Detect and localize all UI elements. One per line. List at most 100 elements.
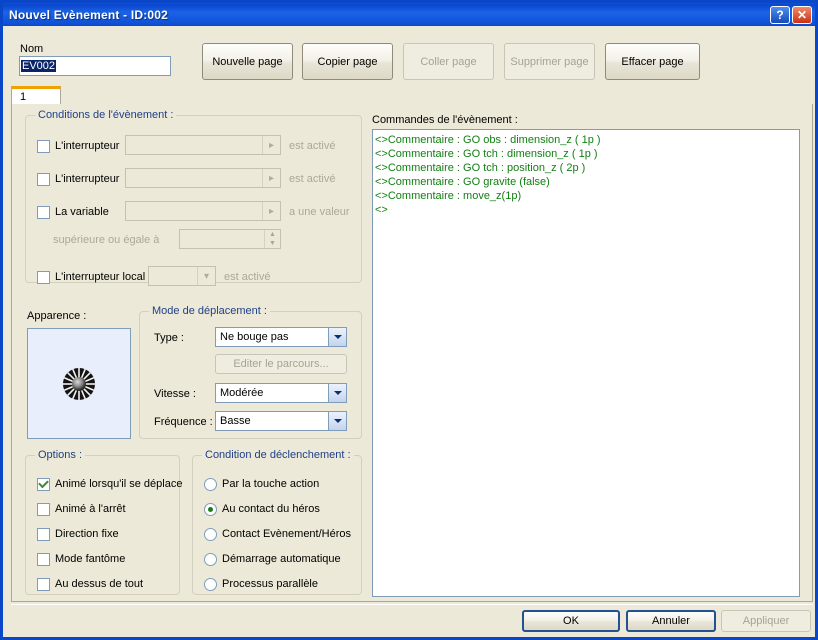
movement-speed-value: Modérée: [220, 387, 264, 399]
movement-frequency-select[interactable]: Basse: [215, 411, 347, 431]
option-above-all-checkbox[interactable]: [37, 577, 50, 591]
chevron-right-icon: ▸: [262, 202, 280, 220]
trigger-parallel-process-radio[interactable]: [204, 577, 217, 591]
tab-page-1[interactable]: 1: [11, 86, 61, 105]
option-fixed-direction-label: Direction fixe: [55, 528, 119, 540]
command-line[interactable]: <>: [375, 203, 797, 217]
trigger-auto-start[interactable]: Démarrage automatique: [204, 551, 341, 567]
condition-switch-2-select: ▸: [125, 168, 281, 188]
condition-variable-suffix: a une valeur: [289, 206, 350, 218]
trigger-action-key-radio[interactable]: [204, 477, 217, 491]
command-line[interactable]: <>Commentaire : move_z(1p): [375, 189, 797, 203]
option-fixed-direction[interactable]: Direction fixe: [37, 526, 119, 542]
chevron-down-icon: [328, 328, 346, 346]
condition-switch-2-label: L'interrupteur: [55, 173, 120, 185]
movement-mode-group-title: Mode de déplacement :: [149, 305, 270, 317]
movement-speed-select[interactable]: Modérée: [215, 383, 347, 403]
trigger-hero-contact-radio[interactable]: [204, 502, 217, 516]
trigger-parallel-process-label: Processus parallèle: [222, 578, 318, 590]
option-fixed-direction-checkbox[interactable]: [37, 527, 50, 541]
trigger-condition-group-title: Condition de déclenchement :: [202, 449, 354, 461]
condition-switch-1-select: ▸: [125, 135, 281, 155]
starburst-sprite-icon: [63, 367, 95, 400]
conditions-group: Conditions de l'évènement : L'interrupte…: [25, 109, 362, 286]
movement-type-label: Type :: [154, 332, 184, 344]
movement-type-select[interactable]: Ne bouge pas: [215, 327, 347, 347]
option-animated-still-label: Animé à l'arrêt: [55, 503, 126, 515]
condition-switch-1-checkbox[interactable]: [37, 139, 50, 153]
commands-list[interactable]: <>Commentaire : GO obs : dimension_z ( 1…: [372, 129, 800, 597]
condition-local-switch-select: ▾: [148, 266, 216, 286]
command-line[interactable]: <>Commentaire : GO tch : position_z ( 2p…: [375, 161, 797, 175]
option-above-all[interactable]: Au dessus de tout: [37, 576, 143, 592]
apply-button: Appliquer: [721, 610, 811, 632]
movement-mode-group: Mode de déplacement : Type : Ne bouge pa…: [139, 305, 362, 439]
option-ghost-mode-label: Mode fantôme: [55, 553, 126, 565]
title-bar: Nouvel Evènement - ID:002 ? ✕: [3, 3, 815, 26]
trigger-action-key-label: Par la touche action: [222, 478, 320, 490]
copy-page-button[interactable]: Copier page: [302, 43, 393, 80]
edit-route-button: Editer le parcours...: [215, 354, 347, 374]
condition-comparison-value: [180, 230, 184, 248]
new-page-button[interactable]: Nouvelle page: [202, 43, 293, 80]
chevron-down-icon: [328, 412, 346, 430]
command-line[interactable]: <>Commentaire : GO tch : dimension_z ( 1…: [375, 147, 797, 161]
condition-comparison-label: supérieure ou égale à: [53, 234, 160, 246]
name-label: Nom: [20, 43, 44, 55]
title-bar-buttons: ? ✕: [770, 5, 812, 24]
trigger-action-key[interactable]: Par la touche action: [204, 476, 319, 492]
delete-page-button: Supprimer page: [504, 43, 595, 80]
option-animated-moving[interactable]: Animé lorsqu'il se déplace: [37, 476, 182, 492]
command-line[interactable]: <>Commentaire : GO obs : dimension_z ( 1…: [375, 133, 797, 147]
condition-variable-select: ▸: [125, 201, 281, 221]
trigger-parallel-process[interactable]: Processus parallèle: [204, 576, 318, 592]
page-tab-strip: 1: [11, 86, 813, 106]
trigger-auto-start-label: Démarrage automatique: [222, 553, 341, 565]
event-editor-dialog: Nouvel Evènement - ID:002 ? ✕ Nom EV002 …: [0, 0, 818, 640]
condition-local-switch-suffix: est activé: [224, 271, 271, 283]
chevron-right-icon: ▸: [262, 169, 280, 187]
clear-page-button[interactable]: Effacer page: [605, 43, 700, 80]
option-ghost-mode-checkbox[interactable]: [37, 552, 50, 566]
option-above-all-label: Au dessus de tout: [55, 578, 144, 590]
appearance-preview[interactable]: [27, 328, 131, 439]
ok-button[interactable]: OK: [522, 610, 620, 632]
option-animated-still[interactable]: Animé à l'arrêt: [37, 501, 126, 517]
trigger-condition-group: Condition de déclenchement : Par la touc…: [192, 449, 362, 595]
option-ghost-mode[interactable]: Mode fantôme: [37, 551, 125, 567]
close-icon[interactable]: ✕: [792, 5, 812, 24]
option-animated-moving-checkbox[interactable]: [37, 477, 50, 491]
option-animated-moving-label: Animé lorsqu'il se déplace: [55, 478, 183, 490]
name-input[interactable]: EV002: [19, 56, 171, 76]
option-animated-still-checkbox[interactable]: [37, 502, 50, 516]
trigger-event-hero-contact-label: Contact Evènement/Héros: [222, 528, 352, 540]
cancel-button[interactable]: Annuler: [626, 610, 716, 632]
commands-label: Commandes de l'évènement :: [372, 114, 518, 126]
movement-type-value: Ne bouge pas: [220, 331, 289, 343]
condition-variable-label: La variable: [55, 206, 109, 218]
condition-switch-1-suffix: est activé: [289, 140, 336, 152]
window-title: Nouvel Evènement - ID:002: [9, 7, 169, 22]
trigger-hero-contact-label: Au contact du héros: [222, 503, 320, 515]
condition-switch-2-checkbox[interactable]: [37, 172, 50, 186]
condition-switch-2-suffix: est activé: [289, 173, 336, 185]
command-line[interactable]: <>Commentaire : GO gravite (false): [375, 175, 797, 189]
trigger-hero-contact[interactable]: Au contact du héros: [204, 501, 320, 517]
footer-divider: [11, 604, 813, 605]
trigger-auto-start-radio[interactable]: [204, 552, 217, 566]
trigger-event-hero-contact-radio[interactable]: [204, 527, 217, 541]
stepper-arrows-icon: ▲ ▼: [264, 230, 280, 248]
condition-local-switch-label: L'interrupteur local: [55, 271, 146, 283]
condition-variable-checkbox[interactable]: [37, 205, 50, 219]
trigger-event-hero-contact[interactable]: Contact Evènement/Héros: [204, 526, 351, 542]
chevron-down-icon: ▾: [197, 267, 215, 285]
movement-frequency-label: Fréquence :: [154, 416, 213, 428]
options-group: Options : Animé lorsqu'il se déplace Ani…: [25, 449, 182, 595]
options-group-title: Options :: [35, 449, 86, 461]
condition-local-switch-checkbox[interactable]: [37, 270, 50, 284]
appearance-label: Apparence :: [27, 310, 87, 322]
help-icon[interactable]: ?: [770, 5, 790, 24]
chevron-right-icon: ▸: [262, 136, 280, 154]
movement-frequency-value: Basse: [220, 415, 251, 427]
movement-speed-label: Vitesse :: [154, 388, 196, 400]
